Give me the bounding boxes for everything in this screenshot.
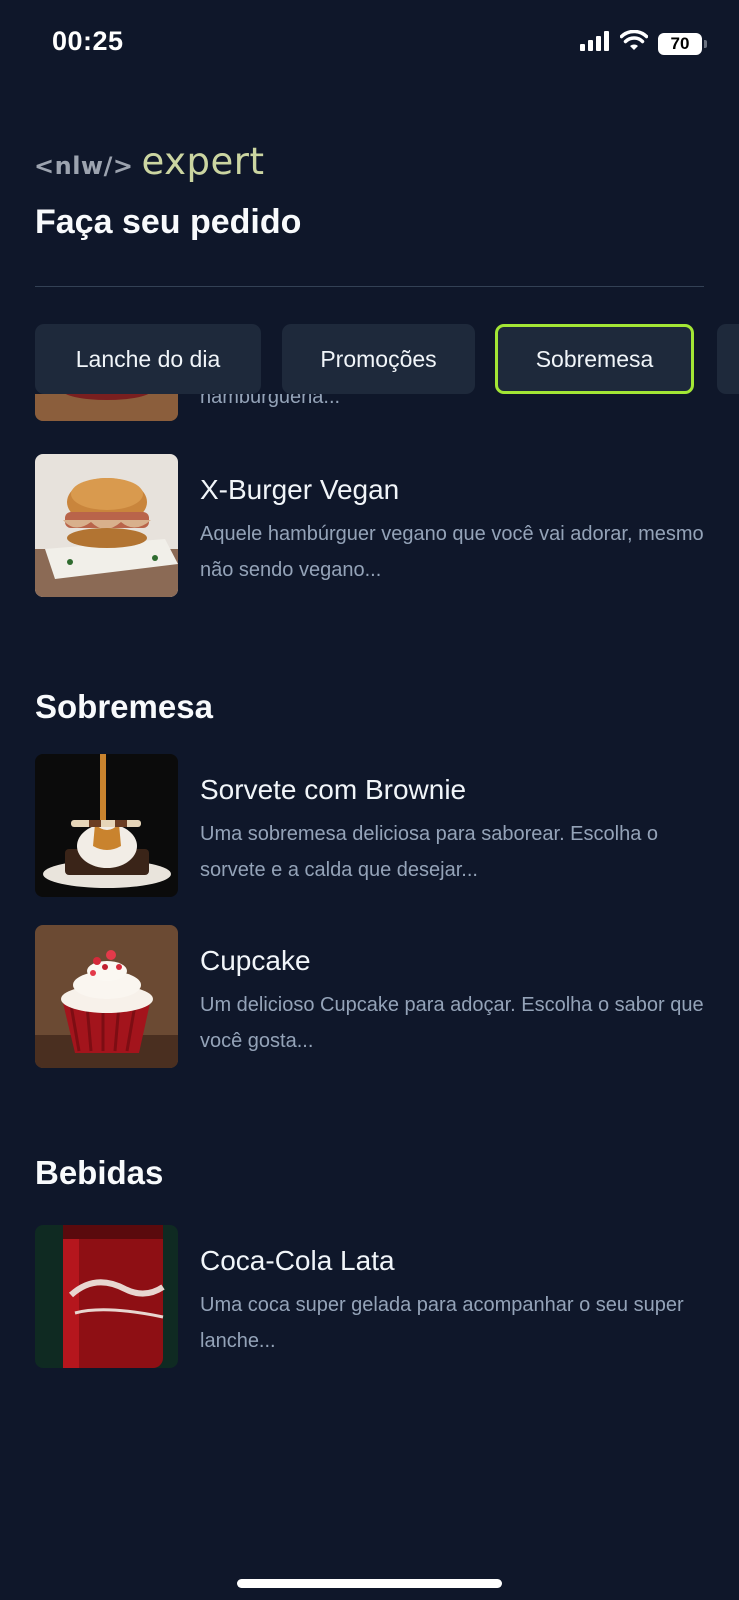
coca-cola-image — [35, 1225, 178, 1368]
x-burger-image — [35, 454, 178, 597]
category-tabs: Lanche do dia Promoções Sobremesa — [35, 324, 739, 394]
item-description: Uma sobremesa deliciosa para saborear. E… — [200, 823, 659, 881]
tab-next-partial[interactable] — [717, 324, 739, 394]
home-indicator[interactable] — [237, 1579, 502, 1588]
cupcake-image — [35, 925, 178, 1068]
header-divider — [35, 286, 704, 287]
item-title: Cupcake — [200, 945, 311, 976]
status-time: 00:25 — [52, 26, 124, 56]
status-icons: 70 — [580, 29, 707, 57]
logo-nlw: <nlw/> — [34, 152, 134, 180]
list-item[interactable]: X-Burger Vegan Aquele hambúrguer vegano … — [35, 454, 705, 597]
menu-list[interactable]: hamburgueria... X-Burger Vegan Aquele ha… — [0, 394, 739, 1574]
status-bar: 00:25 70 — [0, 0, 739, 90]
item-description: hamburgueria... — [200, 394, 341, 408]
sorvete-image — [35, 754, 178, 897]
partial-item-image — [35, 394, 178, 421]
battery-level: 70 — [670, 33, 690, 53]
item-title: X-Burger Vegan — [200, 474, 400, 505]
tab-promocoes[interactable]: Promoções — [282, 324, 475, 394]
signal-icon — [580, 31, 610, 56]
section-title-sobremesa: Sobremesa — [35, 688, 213, 725]
list-item[interactable]: Cupcake Um delicioso Cupcake para adoçar… — [35, 925, 705, 1068]
tab-sobremesa[interactable]: Sobremesa — [495, 324, 694, 394]
battery-tip — [704, 39, 707, 48]
page-title: Faça seu pedido — [35, 203, 302, 241]
list-item[interactable]: hamburgueria... — [35, 394, 705, 421]
item-description: Aquele hambúrguer vegano que você vai ad… — [200, 523, 704, 581]
item-title: Coca-Cola Lata — [200, 1245, 395, 1276]
list-item[interactable]: Sorvete com Brownie Uma sobremesa delici… — [35, 754, 705, 897]
item-title: Sorvete com Brownie — [200, 774, 467, 805]
item-description: Uma coca super gelada para acompanhar o … — [200, 1294, 684, 1352]
item-description: Um delicioso Cupcake para adoçar. Escolh… — [200, 994, 704, 1052]
section-title-bebidas: Bebidas — [35, 1154, 164, 1191]
logo: <nlw/> expert — [34, 140, 264, 183]
battery-icon: 70 — [658, 32, 707, 55]
wifi-icon — [619, 29, 649, 57]
logo-expert: expert — [141, 140, 265, 183]
tab-lanche-do-dia[interactable]: Lanche do dia — [35, 324, 261, 394]
battery: 70 — [658, 32, 702, 55]
list-item[interactable]: Coca-Cola Lata Uma coca super gelada par… — [35, 1225, 705, 1368]
